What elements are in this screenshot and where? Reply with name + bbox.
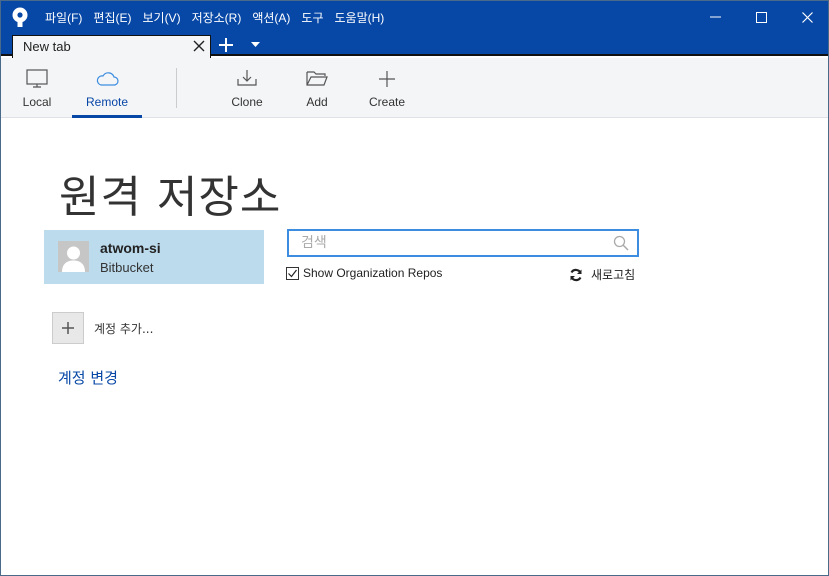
download-icon [237,70,257,86]
search-icon[interactable] [613,235,629,251]
show-org-repos-label: Show Organization Repos [303,266,443,280]
monitor-icon [26,69,48,88]
local-button[interactable]: Local [15,58,59,118]
folder-open-icon [306,71,328,86]
maximize-icon [755,11,767,23]
remote-label: Remote [85,95,129,109]
close-icon [801,11,813,23]
menu-actions[interactable]: 액션(A) [252,9,290,26]
user-silhouette-icon [62,246,85,272]
refresh-button[interactable]: 새로고침 [569,266,635,283]
remote-button[interactable]: Remote [72,58,142,118]
close-window-button[interactable] [784,1,829,33]
maximize-button[interactable] [738,1,784,33]
menu-repository[interactable]: 저장소(R) [192,9,242,26]
menu-file[interactable]: 파일(F) [45,9,82,26]
page-title: 원격 저장소 [59,172,282,223]
add-account-label[interactable]: 계정 추가... [94,320,153,337]
change-account-link[interactable]: 계정 변경 [58,367,118,388]
search-box [287,229,639,257]
account-name: atwom-si [100,240,161,256]
clone-label: Clone [231,95,263,109]
menu-view[interactable]: 보기(V) [142,9,180,26]
tab-dropdown-icon[interactable] [251,42,260,48]
show-org-repos-checkbox[interactable]: Show Organization Repos [286,266,442,280]
refresh-label: 새로고침 [591,268,636,282]
active-tab-indicator [72,115,142,118]
menu-edit[interactable]: 편집(E) [93,9,131,26]
plus-icon [379,71,395,87]
add-button[interactable]: Add [299,58,335,118]
account-service: Bitbucket [100,260,154,275]
refresh-icon [570,268,582,281]
account-item[interactable]: atwom-si Bitbucket [44,230,264,284]
title-bar: 파일(F) 편집(E) 보기(V) 저장소(R) 액션(A) 도구 도움말(H) [1,1,828,33]
tab-label: New tab [23,39,71,54]
minimize-button[interactable] [692,1,738,33]
tab-bar: New tab [1,33,828,58]
menu-help[interactable]: 도움말(H) [335,9,385,26]
minimize-icon [709,16,721,18]
add-account-button[interactable] [52,312,84,344]
clone-button[interactable]: Clone [227,58,267,118]
menu-bar: 파일(F) 편집(E) 보기(V) 저장소(R) 액션(A) 도구 도움말(H) [45,9,395,26]
create-button[interactable]: Create [365,58,409,118]
menu-tools[interactable]: 도구 [301,9,323,26]
app-window: 파일(F) 편집(E) 보기(V) 저장소(R) 액션(A) 도구 도움말(H)… [0,0,829,576]
new-tab-plus-icon[interactable] [217,36,235,54]
tab-new-tab[interactable]: New tab [12,35,211,58]
plus-icon [62,322,74,334]
tab-close-icon[interactable] [193,40,205,52]
toolbar: Local Remote Clone Add Create [1,58,828,118]
avatar [58,241,89,272]
create-label: Create [368,95,406,109]
add-account-row: 계정 추가... [52,312,153,344]
add-label: Add [306,95,328,109]
checkbox[interactable] [286,266,299,280]
search-input[interactable] [289,231,609,255]
sourcetree-logo-icon [12,7,28,27]
local-label: Local [22,95,52,109]
toolbar-divider [176,68,177,108]
cloud-icon [96,72,119,86]
checkmark-icon [288,269,297,277]
